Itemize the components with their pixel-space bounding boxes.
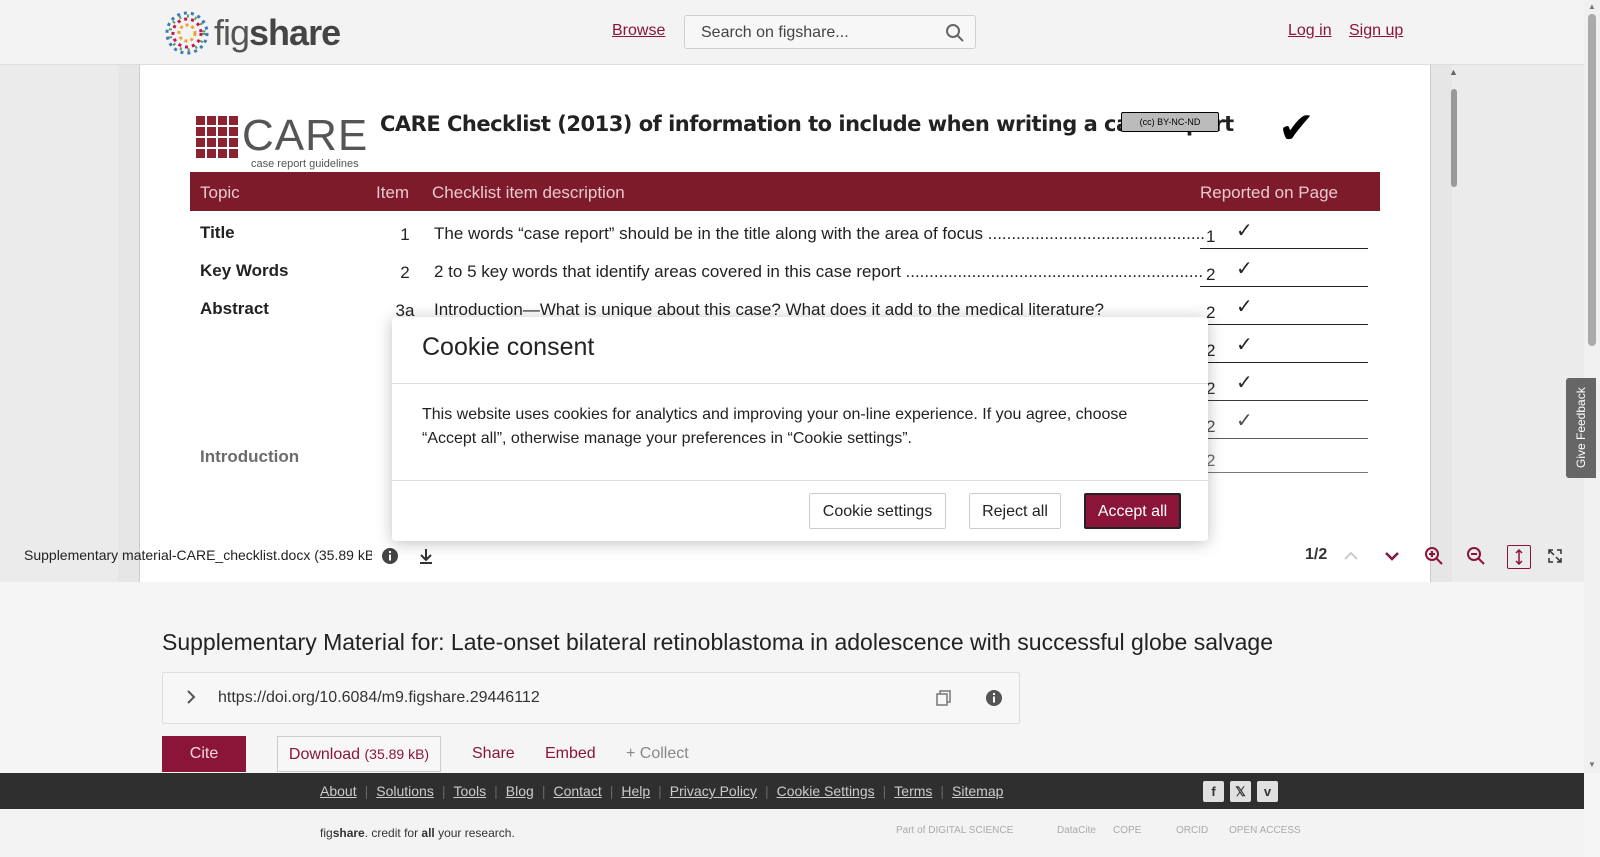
divider [392,383,1208,384]
cookie-dialog-body: This website uses cookies for analytics … [422,406,1128,447]
cookie-dialog-title: Cookie consent [422,333,595,361]
reject-all-button[interactable]: Reject all [969,493,1061,529]
accept-all-button[interactable]: Accept all [1084,493,1181,529]
cookie-settings-button[interactable]: Cookie settings [809,493,946,529]
cookie-consent-dialog: Cookie consent This website uses cookies… [392,317,1208,541]
divider [392,480,1208,481]
